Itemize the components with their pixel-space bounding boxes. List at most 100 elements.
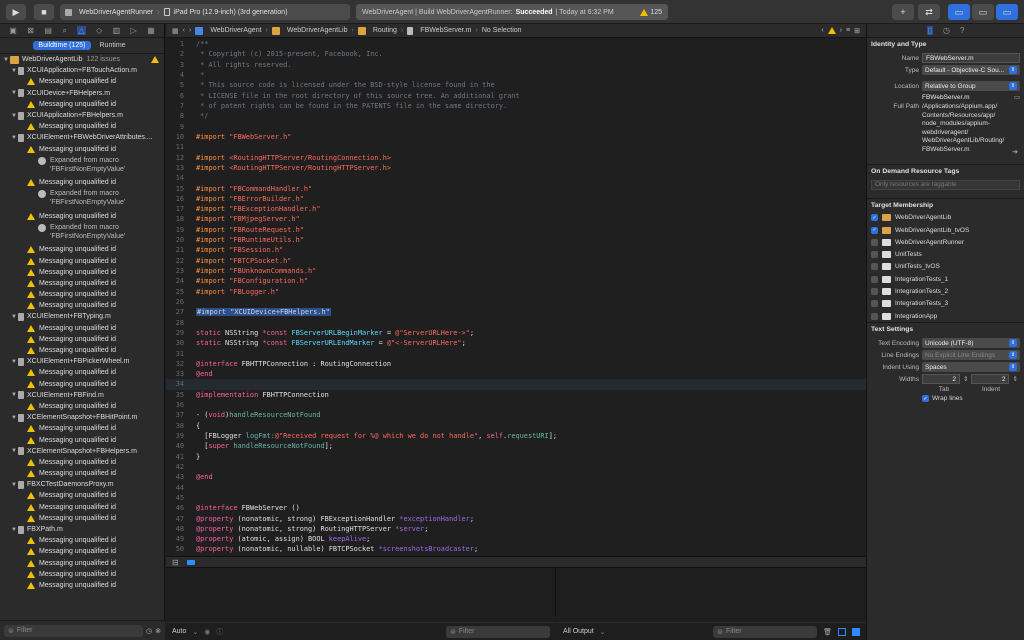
warning-row[interactable]: Messaging unqualified id [0,99,165,110]
code-review-button[interactable]: ⇄ [918,4,940,20]
next-issue-icon[interactable]: › [840,27,842,34]
target-checkbox[interactable]: ✓ [871,214,878,222]
issue-file-row[interactable]: ▼ FBXPath.m [0,524,165,535]
line-number[interactable]: 38 [166,422,192,430]
target-checkbox[interactable] [871,312,878,320]
warning-row[interactable]: Messaging unqualified id [0,289,165,300]
find-icon[interactable]: ⌕ [62,26,66,36]
issue-file-row[interactable]: ▼ XCUIApplication+FBTouchAction.m [0,65,165,76]
warning-row[interactable]: Messaging unqualified id [0,255,165,266]
line-number[interactable]: 21 [166,246,192,254]
code-line[interactable]: 26 [166,297,866,307]
note-row[interactable]: Expanded from macro 'FBFirstNonEmptyValu… [0,222,165,244]
line-number[interactable]: 10 [166,133,192,141]
warning-row[interactable]: Messaging unqualified id [0,490,165,501]
issue-file-row[interactable]: ▼ XCUIElement+FBTyping.m [0,311,165,322]
code-line[interactable]: 10 #import "FBWebServer.h" [166,132,866,142]
line-number[interactable]: 20 [166,236,192,244]
code-line[interactable]: 34 [166,379,866,390]
line-number[interactable]: 3 [166,61,192,69]
line-number[interactable]: 48 [166,525,192,533]
issue-icon[interactable]: △ [77,26,86,35]
code-line[interactable]: 4 * [166,70,866,80]
line-number[interactable]: 32 [166,360,192,368]
history-icon[interactable]: ◷ [943,26,950,35]
warning-row[interactable]: Messaging unqualified id [0,244,165,255]
variables-filter-input[interactable]: ⊜ Filter [446,625,550,638]
line-number[interactable]: 9 [166,123,192,131]
jump-item-file[interactable]: FBWebServer.m [420,27,471,34]
editor-options-icon[interactable]: ≡ [846,27,850,34]
line-number[interactable]: 24 [166,277,192,285]
target-checkbox[interactable]: ✓ [871,226,878,234]
warning-row[interactable]: Messaging unqualified id [0,300,165,311]
disclosure-icon[interactable]: ▼ [10,482,18,488]
issue-file-row[interactable]: ▼ XCUIDevice+FBHelpers.m [0,88,165,99]
line-number[interactable]: 26 [166,298,192,306]
line-number[interactable]: 23 [166,267,192,275]
wrap-lines-checkbox[interactable]: ✓ [922,395,929,403]
warning-row[interactable]: Messaging unqualified id [0,423,165,434]
warning-row[interactable]: Messaging unqualified id [0,580,165,591]
disclosure-icon[interactable]: ▼ [10,448,18,454]
code-line[interactable]: 39 [FBLogger logFmt:@"Received request f… [166,431,866,441]
odr-tags-field[interactable]: Only resources are taggable [871,179,1020,190]
line-number[interactable]: 47 [166,515,192,523]
code-line[interactable]: 30 static NSString *const FBServerURLEndM… [166,338,866,348]
line-number[interactable]: 19 [166,226,192,234]
name-field[interactable]: FBWebServer.m [922,53,1020,63]
warning-row[interactable]: Messaging unqualified id [0,367,165,378]
code-line[interactable]: 47 @property (nonatomic, strong) FBExcept… [166,513,866,523]
scheme-selector[interactable]: WebDriverAgentRunner › iPad Pro (12.9-in… [60,4,350,20]
line-number[interactable]: 16 [166,195,192,203]
code-line[interactable]: 27 #import "XCUIDevice+FBHelpers.h" [166,307,866,317]
line-number[interactable]: 14 [166,174,192,182]
line-number[interactable]: 30 [166,339,192,347]
code-line[interactable]: 45 [166,493,866,503]
code-line[interactable]: 44 [166,482,866,492]
issue-file-row[interactable]: ▼ XCUIElement+FBPickerWheel.m [0,356,165,367]
target-row[interactable]: UnitTests [867,248,1024,260]
line-number[interactable]: 15 [166,185,192,193]
code-line[interactable]: 40 [super handleResourceNotFound]; [166,441,866,451]
toggle-debug-button[interactable]: ▭ [972,4,994,20]
indent-popup[interactable]: Spaces ⇕ [922,362,1020,373]
report-icon[interactable]: ▦ [147,26,155,35]
disclosure-icon[interactable]: ▼ [10,392,18,398]
code-line[interactable]: 7 * of patent rights can be found in the… [166,101,866,111]
warning-row[interactable]: Messaging unqualified id [0,323,165,334]
warning-row[interactable]: Messaging unqualified id [0,401,165,412]
line-number[interactable]: 42 [166,463,192,471]
code-line[interactable]: 20 #import "FBRuntimeUtils.h" [166,235,866,245]
line-number[interactable]: 45 [166,494,192,502]
code-line[interactable]: 3 * All rights reserved. [166,60,866,70]
warning-row[interactable]: Messaging unqualified id [0,76,165,87]
disclosure-icon[interactable]: ▼ [2,57,10,63]
warning-row[interactable]: Messaging unqualified id [0,334,165,345]
note-row[interactable]: Expanded from macro 'FBFirstNonEmptyValu… [0,188,165,210]
code-line[interactable]: 15 #import "FBCommandHandler.h" [166,183,866,193]
folder-icon[interactable]: ▭ [1014,93,1020,101]
code-area[interactable]: 1/** 2 * Copyright (c) 2015-present, Face… [166,39,866,556]
code-line[interactable]: 21 #import "FBSession.h" [166,245,866,255]
code-line[interactable]: 25 #import "FBLogger.h" [166,287,866,297]
quick-help-icon[interactable]: ? [960,26,964,35]
debug-icon[interactable]: ▥ [113,26,121,35]
code-line[interactable]: 6 * LICENSE file in the root directory o… [166,91,866,101]
code-line[interactable]: 37- (void)handleResourceNotFound [166,410,866,420]
line-number[interactable]: 27 [166,308,192,316]
symbol-icon[interactable]: ▤ [44,26,52,35]
code-line[interactable]: 11 [166,142,866,152]
code-line[interactable]: 22 #import "FBTCPSocket.h" [166,256,866,266]
code-line[interactable]: 38 { [166,421,866,431]
breakpoint-icon[interactable]: ▷ [131,26,137,35]
code-line[interactable]: 50 @property (nonatomic, nullable) FBTCPS… [166,544,866,554]
code-line[interactable]: 13 #import <RoutingHTTPServer/RoutingHTTP… [166,163,866,173]
code-line[interactable]: 24 #import "FBConfiguration.h" [166,276,866,286]
warning-row[interactable]: Messaging unqualified id [0,378,165,389]
warning-row[interactable]: Messaging unqualified id [0,457,165,468]
back-icon[interactable]: ‹ [183,27,185,34]
breakpoint-toggle-icon[interactable] [186,559,195,565]
target-row[interactable]: IntegrationTests_3 [867,298,1024,310]
line-number[interactable]: 28 [166,319,192,327]
